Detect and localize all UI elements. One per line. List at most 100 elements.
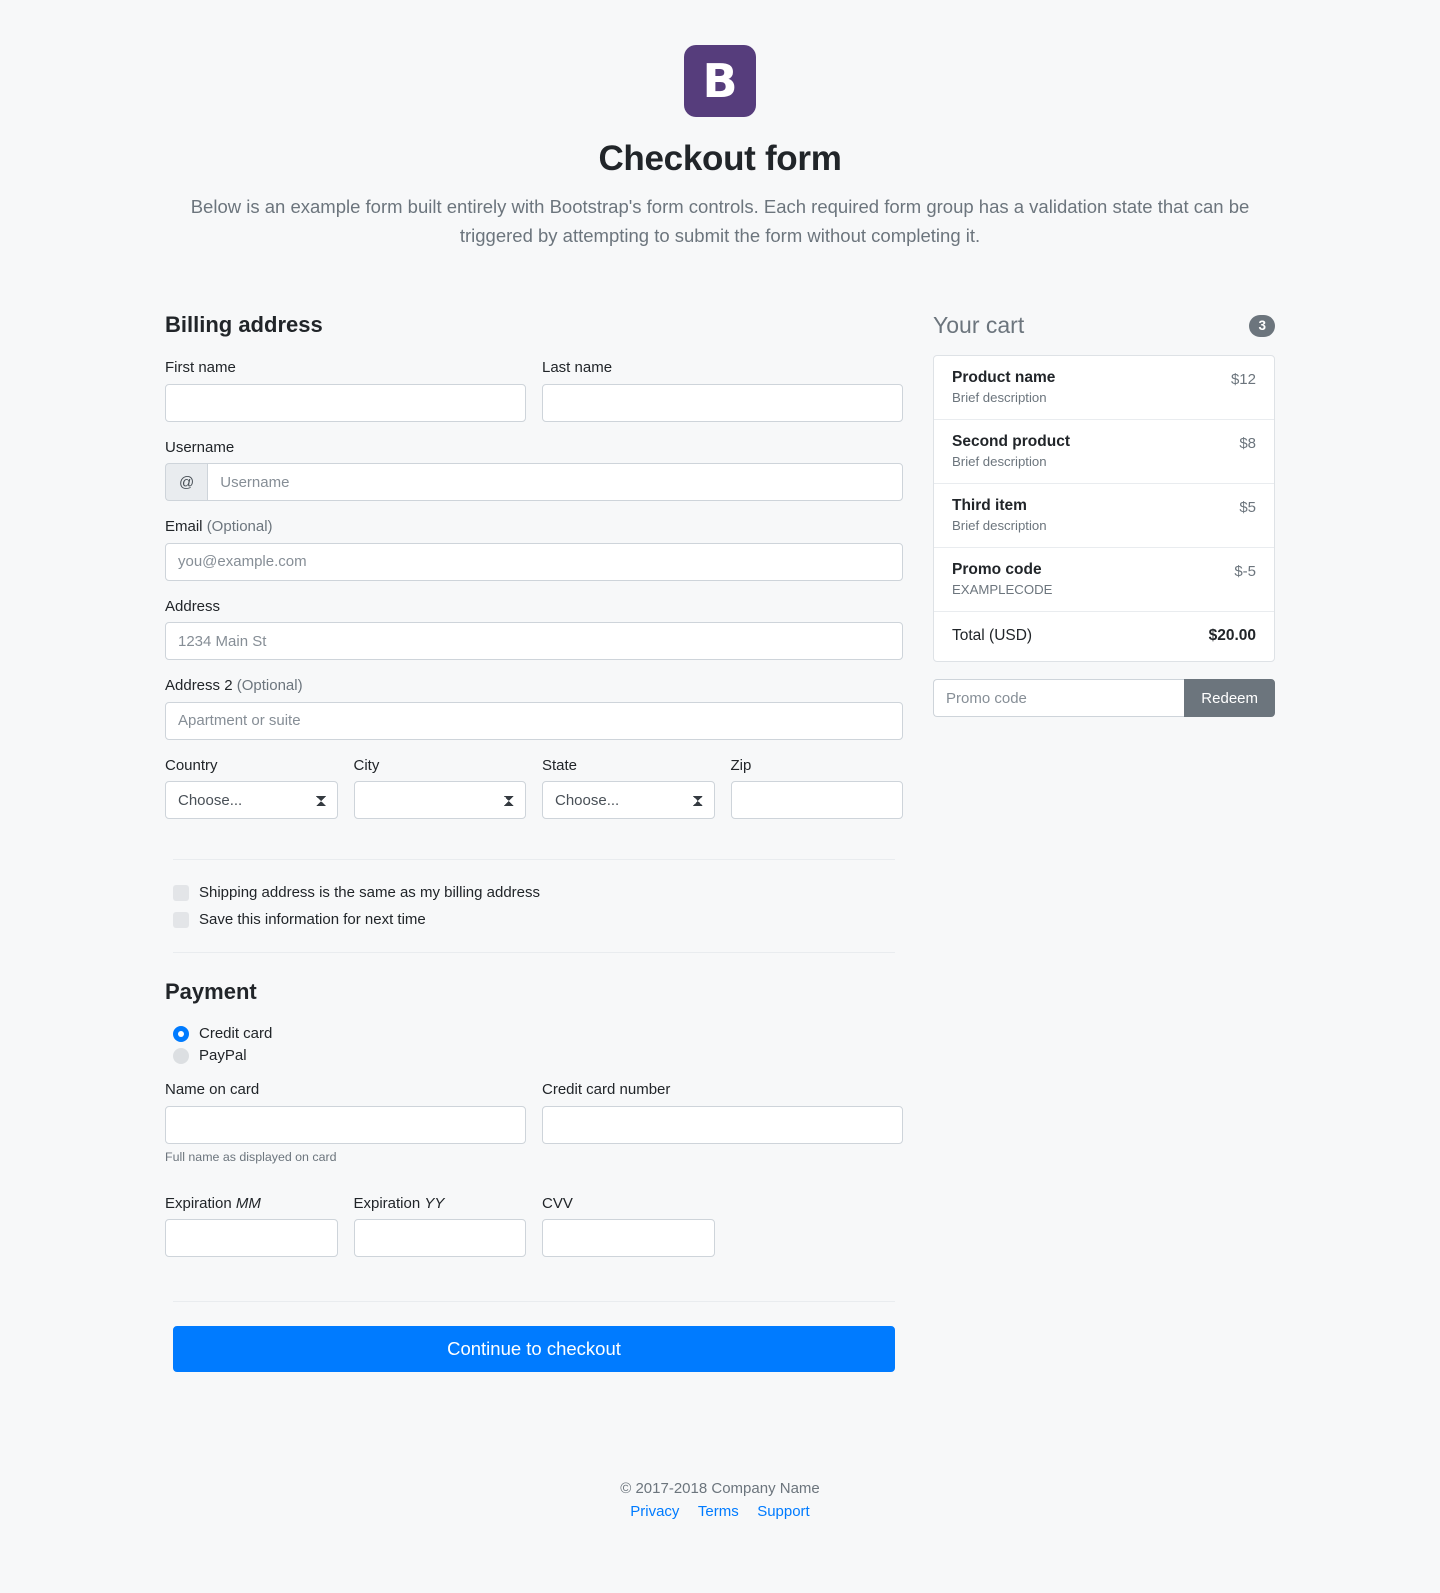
masthead: B Checkout form Below is an example form… (165, 45, 1275, 250)
expiration-mm-label: Expiration MM (165, 1194, 338, 1214)
promo-name: Promo code (952, 561, 1042, 579)
email-row: Email (Optional) (157, 517, 911, 597)
cart-item-description: Brief description (952, 390, 1047, 406)
same-address-checkbox-row[interactable]: Shipping address is the same as my billi… (165, 882, 903, 903)
email-group: Email (Optional) (157, 517, 911, 581)
cart-item-price: $12 (1230, 371, 1256, 389)
city-group: City (346, 756, 535, 820)
state-select[interactable]: Choose... (542, 781, 715, 820)
address2-label-text: Address 2 (165, 677, 233, 695)
address2-label: Address 2 (Optional) (165, 676, 903, 696)
footer-link-privacy[interactable]: Privacy (630, 1503, 679, 1520)
payment-heading: Payment (165, 979, 257, 1005)
expiration-yy-label-text: Expiration (353, 1194, 421, 1212)
address-label: Address (165, 597, 221, 615)
zip-input[interactable] (730, 781, 903, 820)
country-select[interactable]: Choose... (165, 781, 338, 820)
order-summary: Your cart 3 Product name Brief descripti… (903, 312, 1275, 718)
first-name-label: First name (165, 359, 236, 377)
address2-row: Address 2 (Optional) (157, 676, 911, 756)
first-name-input[interactable] (165, 383, 526, 422)
payment-method-paypal[interactable]: PayPal (165, 1047, 903, 1064)
cvv-input[interactable] (542, 1219, 715, 1258)
checkout-page: B Checkout form Below is an example form… (165, 0, 1275, 1571)
checkbox-icon[interactable] (173, 911, 189, 928)
last-name-label: Last name (542, 359, 613, 377)
cart-item-price: $5 (1239, 499, 1256, 517)
expiration-yy-input[interactable] (353, 1219, 526, 1258)
page-footer: © 2017-2018 Company Name Privacy Terms S… (165, 1480, 1275, 1571)
cart-item-price: $8 (1239, 435, 1256, 453)
page-description: Below is an example form built entirely … (190, 196, 1250, 246)
email-label-text: Email (165, 518, 203, 536)
credit-card-label: Credit card (199, 1025, 273, 1043)
card-number-group: Credit card number (534, 1080, 911, 1164)
footer-link-support[interactable]: Support (757, 1503, 810, 1520)
expiry-row: Expiration MM Expiration YY CVV (157, 1194, 911, 1274)
card-number-input[interactable] (542, 1105, 903, 1144)
continue-to-checkout-button[interactable]: Continue to checkout (173, 1326, 895, 1373)
same-address-label: Shipping address is the same as my billi… (199, 884, 541, 902)
location-row: Country Choose... City State Choose... Z… (157, 756, 911, 836)
cart-item-name: Product name (952, 369, 1056, 387)
address2-input[interactable] (165, 701, 903, 740)
divider-payment (173, 952, 895, 954)
checkout-form: Billing address First name Last name Use… (165, 312, 903, 1373)
cvv-group: CVV (534, 1194, 723, 1258)
cart-header: Your cart 3 (933, 312, 1275, 339)
address-group: Address (157, 597, 911, 661)
email-input[interactable] (165, 542, 903, 581)
list-item[interactable]: Second product Brief description $8 (934, 420, 1274, 485)
card-number-label: Credit card number (542, 1081, 671, 1099)
email-optional-text: (Optional) (206, 518, 273, 536)
paypal-label: PayPal (199, 1047, 247, 1065)
country-group: Country Choose... (157, 756, 346, 820)
promo-code-input[interactable] (933, 679, 1185, 718)
checkbox-icon[interactable] (173, 884, 189, 901)
cvv-label: CVV (542, 1194, 573, 1212)
name-on-card-group: Name on card Full name as displayed on c… (157, 1080, 534, 1164)
copyright-text: © 2017-2018 Company Name (620, 1480, 820, 1498)
payment-method-credit-card[interactable]: Credit card (165, 1025, 903, 1042)
cart-item-name: Third item (952, 497, 1027, 515)
zip-group: Zip (723, 756, 912, 820)
username-input[interactable] (207, 463, 903, 502)
expiration-yy-format: YY (424, 1194, 445, 1212)
address-input[interactable] (165, 622, 903, 661)
last-name-input[interactable] (542, 383, 903, 422)
list-item[interactable]: Product name Brief description $12 (934, 356, 1274, 421)
expiration-mm-group: Expiration MM (157, 1194, 346, 1258)
name-row: First name Last name (157, 358, 911, 438)
list-item[interactable]: Third item Brief description $5 (934, 484, 1274, 549)
promo-code-value: EXAMPLECODE (952, 582, 1053, 598)
cart-title: Your cart (933, 312, 1025, 339)
footer-links: Privacy Terms Support (165, 1503, 1275, 1521)
expiration-mm-label-text: Expiration (165, 1194, 232, 1212)
page-title: Checkout form (598, 139, 842, 178)
username-input-group: @ (165, 463, 903, 502)
name-on-card-input[interactable] (165, 1105, 526, 1144)
divider-submit (173, 1301, 895, 1303)
city-select[interactable] (353, 781, 526, 820)
redeem-button[interactable]: Redeem (1184, 679, 1275, 718)
card-row: Name on card Full name as displayed on c… (157, 1080, 911, 1180)
address2-optional-text: (Optional) (236, 677, 303, 695)
username-label: Username (165, 438, 235, 456)
footer-link-terms[interactable]: Terms (698, 1503, 739, 1520)
address2-group: Address 2 (Optional) (157, 676, 911, 740)
radio-icon[interactable] (173, 1047, 189, 1064)
save-info-checkbox-row[interactable]: Save this information for next time (165, 909, 903, 930)
cart-item-description: Brief description (952, 454, 1047, 470)
country-label: Country (165, 756, 218, 774)
state-label: State (542, 756, 578, 774)
bootstrap-logo-icon: B (684, 45, 756, 117)
expiration-mm-input[interactable] (165, 1219, 338, 1258)
at-sign-icon: @ (165, 463, 208, 502)
list-item-promo[interactable]: Promo code EXAMPLECODE $-5 (934, 548, 1274, 613)
radio-checked-icon[interactable] (173, 1025, 189, 1042)
cart-list: Product name Brief description $12 Secon… (933, 355, 1275, 663)
divider-billing (173, 859, 895, 861)
name-on-card-help: Full name as displayed on card (165, 1149, 337, 1164)
state-group: State Choose... (534, 756, 723, 820)
username-group: Username @ (157, 438, 911, 502)
